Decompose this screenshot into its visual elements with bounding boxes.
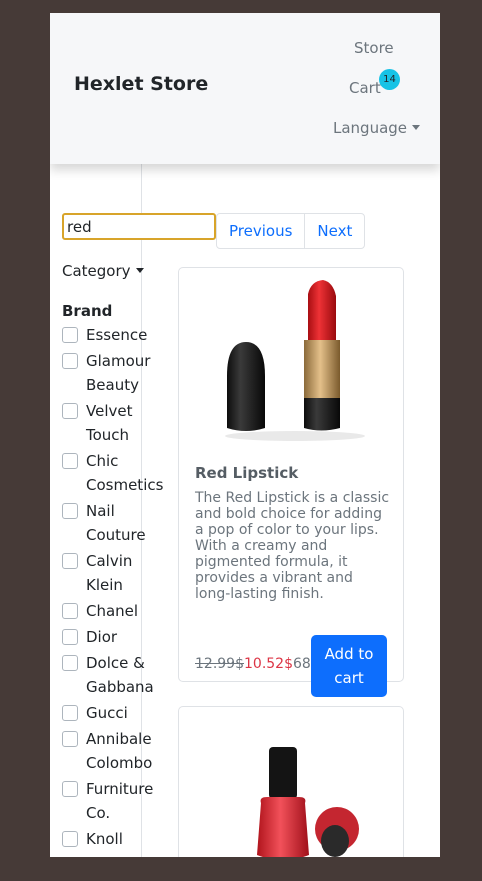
brand-checkbox[interactable] [62, 781, 78, 797]
nav-cart-link[interactable]: Cart [349, 79, 381, 97]
pagination: Previous Next [216, 213, 366, 249]
brand-filter-item: Furniture Co. [62, 777, 153, 825]
brand-checkbox[interactable] [62, 705, 78, 721]
brand-filter-item: Knoll [62, 827, 140, 851]
brand-filter-item: Gucci [62, 701, 140, 725]
brand-label: Essence [86, 326, 148, 344]
cart-count-badge: 14 [379, 69, 400, 90]
brand-filter-item: Dior [62, 625, 140, 649]
brand-label: Dolce & Gabbana [86, 654, 154, 696]
category-label: Category [62, 262, 131, 280]
brand-filter-item: Dolce & Gabbana [62, 651, 154, 699]
category-dropdown[interactable]: Category [62, 262, 144, 280]
brand-filter-item: Nail Couture [62, 499, 146, 547]
lipstick-image[interactable] [199, 276, 385, 446]
language-dropdown[interactable]: Language [333, 119, 421, 137]
brand-checkbox[interactable] [62, 403, 78, 419]
brand-label: Nail Couture [86, 502, 146, 544]
brand-label: Dior [86, 628, 118, 646]
nav-store-link[interactable]: Store [354, 39, 394, 57]
brand-filter-item: Chanel [62, 599, 140, 623]
brand-checkbox[interactable] [62, 655, 78, 671]
brand-filter-list: Essence Glamour Beauty Velvet Touch Chic… [62, 323, 163, 853]
stock-count: 68 [293, 656, 311, 672]
brand-label: Furniture Co. [86, 780, 154, 822]
brand-filter-item: Calvin Klein [62, 549, 140, 597]
brand-filter-item: Annibale Colombo [62, 727, 152, 775]
brand-checkbox[interactable] [62, 731, 78, 747]
old-price: 12.99$ [195, 656, 244, 672]
brand-filter-item: Essence [62, 323, 147, 347]
brand-label: Gucci [86, 704, 128, 722]
brand-filter-heading: Brand [62, 302, 113, 320]
brand-label: Knoll [86, 830, 123, 848]
nail-polish-image[interactable] [199, 715, 385, 857]
previous-button[interactable]: Previous [217, 214, 304, 248]
brand-label: Calvin Klein [86, 552, 133, 594]
brand-checkbox[interactable] [62, 553, 78, 569]
brand-logo[interactable]: Hexlet Store [74, 73, 208, 95]
product-card [178, 706, 404, 857]
brand-checkbox[interactable] [62, 353, 78, 369]
brand-label: Annibale Colombo [86, 730, 153, 772]
language-label: Language [333, 119, 408, 137]
search-input[interactable] [62, 213, 216, 240]
sale-price: 10.52$ [244, 656, 293, 672]
brand-checkbox[interactable] [62, 453, 78, 469]
product-description: The Red Lipstick is a classic and bold c… [195, 490, 390, 602]
brand-label: Chic Cosmetics [86, 452, 164, 494]
brand-checkbox[interactable] [62, 629, 78, 645]
next-button[interactable]: Next [305, 214, 364, 248]
page: Hexlet Store Store Cart 14 Language Prev… [50, 13, 440, 857]
brand-filter-item: Velvet Touch [62, 399, 140, 447]
brand-filter-item: Chic Cosmetics [62, 449, 163, 497]
caret-down-icon [135, 268, 144, 273]
brand-label: Glamour Beauty [86, 352, 151, 394]
add-to-cart-button[interactable]: Add to cart [311, 635, 387, 697]
brand-checkbox[interactable] [62, 603, 78, 619]
brand-filter-item: Glamour Beauty [62, 349, 150, 397]
product-card: Red Lipstick The Red Lipstick is a class… [178, 267, 404, 697]
brand-label: Chanel [86, 602, 139, 620]
caret-down-icon [412, 125, 421, 130]
brand-checkbox[interactable] [62, 503, 78, 519]
brand-checkbox[interactable] [62, 327, 78, 343]
product-price: 12.99$10.52$68 [195, 656, 311, 672]
brand-checkbox[interactable] [62, 831, 78, 847]
product-title[interactable]: Red Lipstick [195, 464, 298, 482]
navbar: Hexlet Store Store Cart 14 Language [50, 13, 440, 164]
brand-label: Velvet Touch [86, 402, 133, 444]
